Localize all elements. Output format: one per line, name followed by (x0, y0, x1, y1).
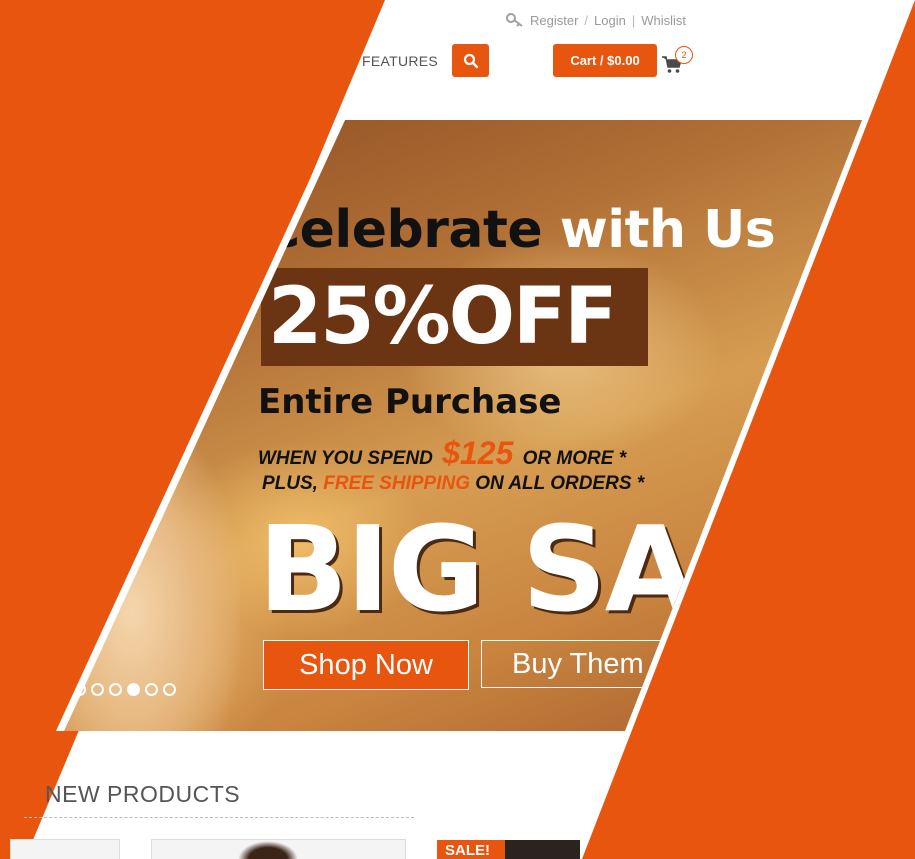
separator: / (584, 12, 589, 28)
spend-line: WHEN YOU SPEND $125 OR MORE * (258, 435, 626, 472)
wishlist-link[interactable]: Whislist (641, 13, 686, 28)
key-icon (506, 13, 523, 27)
slider-dot[interactable] (127, 683, 140, 696)
product-card[interactable] (10, 839, 120, 859)
login-link[interactable]: Login (594, 13, 626, 28)
product-image (238, 841, 298, 859)
sale-badge: SALE! (437, 840, 505, 859)
account-links: Register / Login | Whislist (506, 12, 686, 28)
slider-dots (73, 683, 176, 696)
cart-count-badge: 2 (675, 46, 693, 64)
slider-dot[interactable] (109, 683, 122, 696)
spend-prefix: WHEN YOU SPEND (258, 448, 433, 469)
banner-headline: Celebrate with Us (262, 200, 776, 260)
ship-prefix: PLUS, (262, 473, 318, 494)
section-divider (24, 817, 414, 818)
spend-price: $125 (442, 435, 514, 471)
slider-dot[interactable] (145, 683, 158, 696)
headline-light: with Us (559, 200, 776, 260)
ship-free: FREE SHIPPING (323, 473, 470, 494)
spend-suffix: OR MORE * (522, 448, 627, 469)
cart-button[interactable]: Cart / $0.00 (553, 44, 657, 77)
separator: | (631, 12, 636, 28)
nav-item-features[interactable]: FEATURES (362, 53, 438, 69)
slider-dot[interactable] (163, 683, 176, 696)
register-link[interactable]: Register (530, 13, 578, 28)
subhead: Entire Purchase (258, 382, 562, 422)
new-products-title: NEW PRODUCTS (45, 781, 241, 807)
discount-text: 25%OFF (268, 272, 618, 362)
shipping-line: PLUS, FREE SHIPPING ON ALL ORDERS * (262, 473, 644, 495)
product-image[interactable] (505, 840, 580, 859)
search-button[interactable] (452, 44, 489, 77)
slider-dot[interactable] (91, 683, 104, 696)
ship-suffix: ON ALL ORDERS * (475, 473, 645, 494)
shop-now-button[interactable]: Shop Now (263, 640, 469, 690)
search-icon (463, 53, 478, 68)
